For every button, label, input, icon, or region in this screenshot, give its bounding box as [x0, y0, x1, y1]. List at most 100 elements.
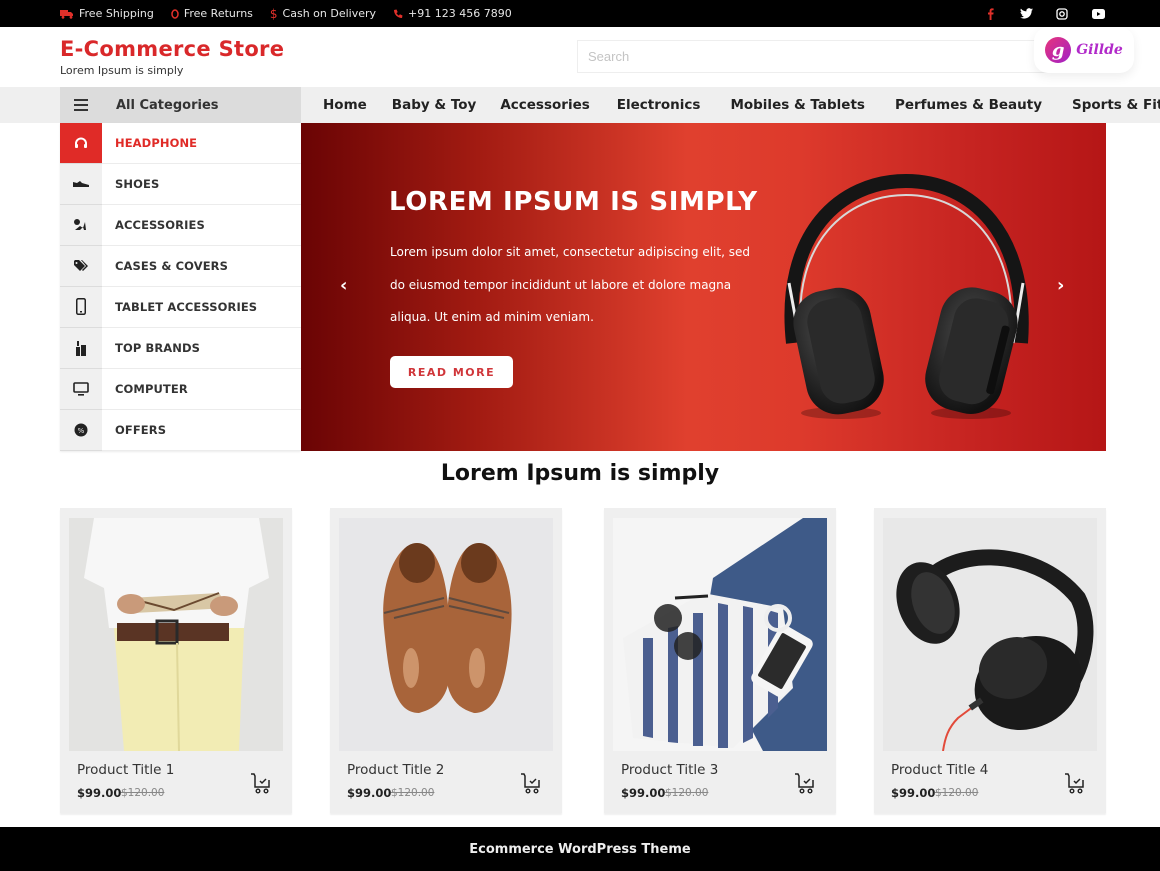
brown-leather-shoes-image: [339, 518, 553, 751]
phone-icon: [393, 9, 403, 19]
black-headphones-image: [883, 518, 1097, 751]
category-offers[interactable]: % OFFERS: [60, 409, 301, 451]
social-links: [983, 0, 1105, 27]
product-price: $99.00: [621, 786, 666, 800]
brands-icon: [60, 327, 102, 369]
truck-icon: [60, 9, 74, 19]
product-image[interactable]: [339, 518, 553, 751]
product-old-price: $120.00: [665, 787, 709, 799]
category-tablet-accessories[interactable]: TABLET ACCESSORIES: [60, 286, 301, 328]
hero-headphones-image: [784, 173, 1029, 419]
youtube-icon[interactable]: [1091, 7, 1105, 21]
category-shoes[interactable]: SHOES: [60, 163, 301, 205]
hero-slider: ‹ LOREM IPSUM IS SIMPLY Lorem ipsum dolo…: [301, 123, 1106, 451]
product-price: $99.00: [891, 786, 936, 800]
shoe-icon: [60, 163, 102, 205]
twitter-icon[interactable]: [1019, 7, 1033, 21]
striped-shirt-sunglasses-phone-image: [613, 518, 827, 751]
search-input[interactable]: [577, 40, 1107, 73]
top-bar: Free Shipping Free Returns $ Cash on Del…: [0, 0, 1160, 27]
read-more-button[interactable]: READ MORE: [390, 356, 513, 388]
percent-icon: %: [60, 409, 102, 451]
product-image[interactable]: [69, 518, 283, 751]
instagram-icon[interactable]: [1055, 7, 1069, 21]
add-to-cart-icon[interactable]: [520, 772, 542, 798]
category-label: SHOES: [115, 177, 160, 191]
nav-sports-fitness[interactable]: Sports & Fitness: [1072, 97, 1160, 113]
product-card[interactable]: Product Title 4 $99.00 $120.00: [874, 508, 1106, 813]
product-card[interactable]: Product Title 1 $99.00 $120.00: [60, 508, 292, 813]
nav-menu: Home Baby & Toy Accessories Electronics …: [301, 87, 1160, 123]
hamburger-icon: [60, 99, 102, 111]
product-price: $99.00: [77, 786, 122, 800]
product-card[interactable]: Product Title 2 $99.00 $120.00: [330, 508, 562, 813]
headphone-icon: [60, 122, 102, 164]
gillde-badge: g Gillde: [1034, 27, 1134, 73]
category-sidebar: HEADPHONE SHOES ACCESSORIES CASES & COVE…: [60, 122, 301, 451]
nav-accessories[interactable]: Accessories: [500, 97, 589, 113]
svg-text:%: %: [78, 427, 85, 435]
site-footer: Ecommerce WordPress Theme: [0, 827, 1160, 871]
info-label: +91 123 456 7890: [408, 7, 512, 20]
info-phone: +91 123 456 7890: [393, 7, 512, 20]
add-to-cart-icon[interactable]: [794, 772, 816, 798]
site-header: E-Commerce Store Lorem Ipsum is simply g…: [0, 27, 1160, 87]
hero-text: Lorem ipsum dolor sit amet, consectetur …: [390, 245, 750, 324]
section-title: Lorem Ipsum is simply: [440, 461, 720, 486]
category-label: OFFERS: [115, 423, 167, 437]
info-label: Free Returns: [183, 7, 253, 20]
man-reading-book-image: [69, 518, 283, 751]
info-cash-on-delivery: $ Cash on Delivery: [270, 7, 376, 21]
product-image[interactable]: [613, 518, 827, 751]
product-title[interactable]: Product Title 4: [891, 762, 988, 778]
monitor-icon: [60, 368, 102, 410]
nav-baby-toy[interactable]: Baby & Toy: [392, 97, 477, 113]
product-title[interactable]: Product Title 3: [621, 762, 718, 778]
info-label: Free Shipping: [79, 7, 154, 20]
site-title[interactable]: E-Commerce Store: [60, 37, 284, 61]
tablet-icon: [60, 286, 102, 328]
add-to-cart-icon[interactable]: [1064, 772, 1086, 798]
nav-perfumes-beauty[interactable]: Perfumes & Beauty: [895, 97, 1042, 113]
category-headphone[interactable]: HEADPHONE: [60, 122, 301, 164]
category-label: TOP BRANDS: [115, 341, 201, 355]
gillde-logo-icon: g: [1045, 37, 1072, 63]
top-info: Free Shipping Free Returns $ Cash on Del…: [60, 0, 512, 27]
product-old-price: $120.00: [121, 787, 165, 799]
product-title[interactable]: Product Title 1: [77, 762, 174, 778]
dollar-icon: $: [269, 6, 278, 21]
accessories-icon: [60, 204, 102, 246]
nav-mobiles-tablets[interactable]: Mobiles & Tablets: [730, 97, 865, 113]
category-label: CASES & COVERS: [115, 259, 228, 273]
returns-icon: [171, 8, 179, 19]
category-label: TABLET ACCESSORIES: [115, 300, 258, 314]
category-label: ACCESSORIES: [115, 218, 205, 232]
product-old-price: $120.00: [391, 787, 435, 799]
all-categories-button[interactable]: All Categories: [60, 87, 301, 123]
slider-prev-button[interactable]: ‹: [340, 275, 347, 296]
facebook-icon[interactable]: [983, 7, 997, 21]
tags-icon: [60, 245, 102, 287]
category-accessories[interactable]: ACCESSORIES: [60, 204, 301, 246]
gillde-name: Gillde: [1076, 42, 1123, 58]
product-title[interactable]: Product Title 2: [347, 762, 444, 778]
category-top-brands[interactable]: TOP BRANDS: [60, 327, 301, 369]
nav-electronics[interactable]: Electronics: [617, 97, 701, 113]
category-label: HEADPHONE: [115, 136, 198, 150]
add-to-cart-icon[interactable]: [250, 772, 272, 798]
product-old-price: $120.00: [935, 787, 979, 799]
site-tagline: Lorem Ipsum is simply: [60, 64, 184, 77]
product-card[interactable]: Product Title 3 $99.00 $120.00: [604, 508, 836, 813]
info-free-shipping: Free Shipping: [60, 7, 154, 20]
category-computer[interactable]: COMPUTER: [60, 368, 301, 410]
product-image[interactable]: [883, 518, 1097, 751]
footer-text: Ecommerce WordPress Theme: [469, 841, 691, 857]
slider-next-button[interactable]: ›: [1057, 275, 1064, 296]
info-label: Cash on Delivery: [282, 7, 377, 20]
hero-title: LOREM IPSUM IS SIMPLY: [389, 187, 758, 217]
main-navbar: All Categories Home Baby & Toy Accessori…: [0, 87, 1160, 123]
nav-home[interactable]: Home: [323, 97, 367, 113]
category-label: COMPUTER: [115, 382, 188, 396]
all-categories-label: All Categories: [116, 97, 219, 113]
category-cases-covers[interactable]: CASES & COVERS: [60, 245, 301, 287]
